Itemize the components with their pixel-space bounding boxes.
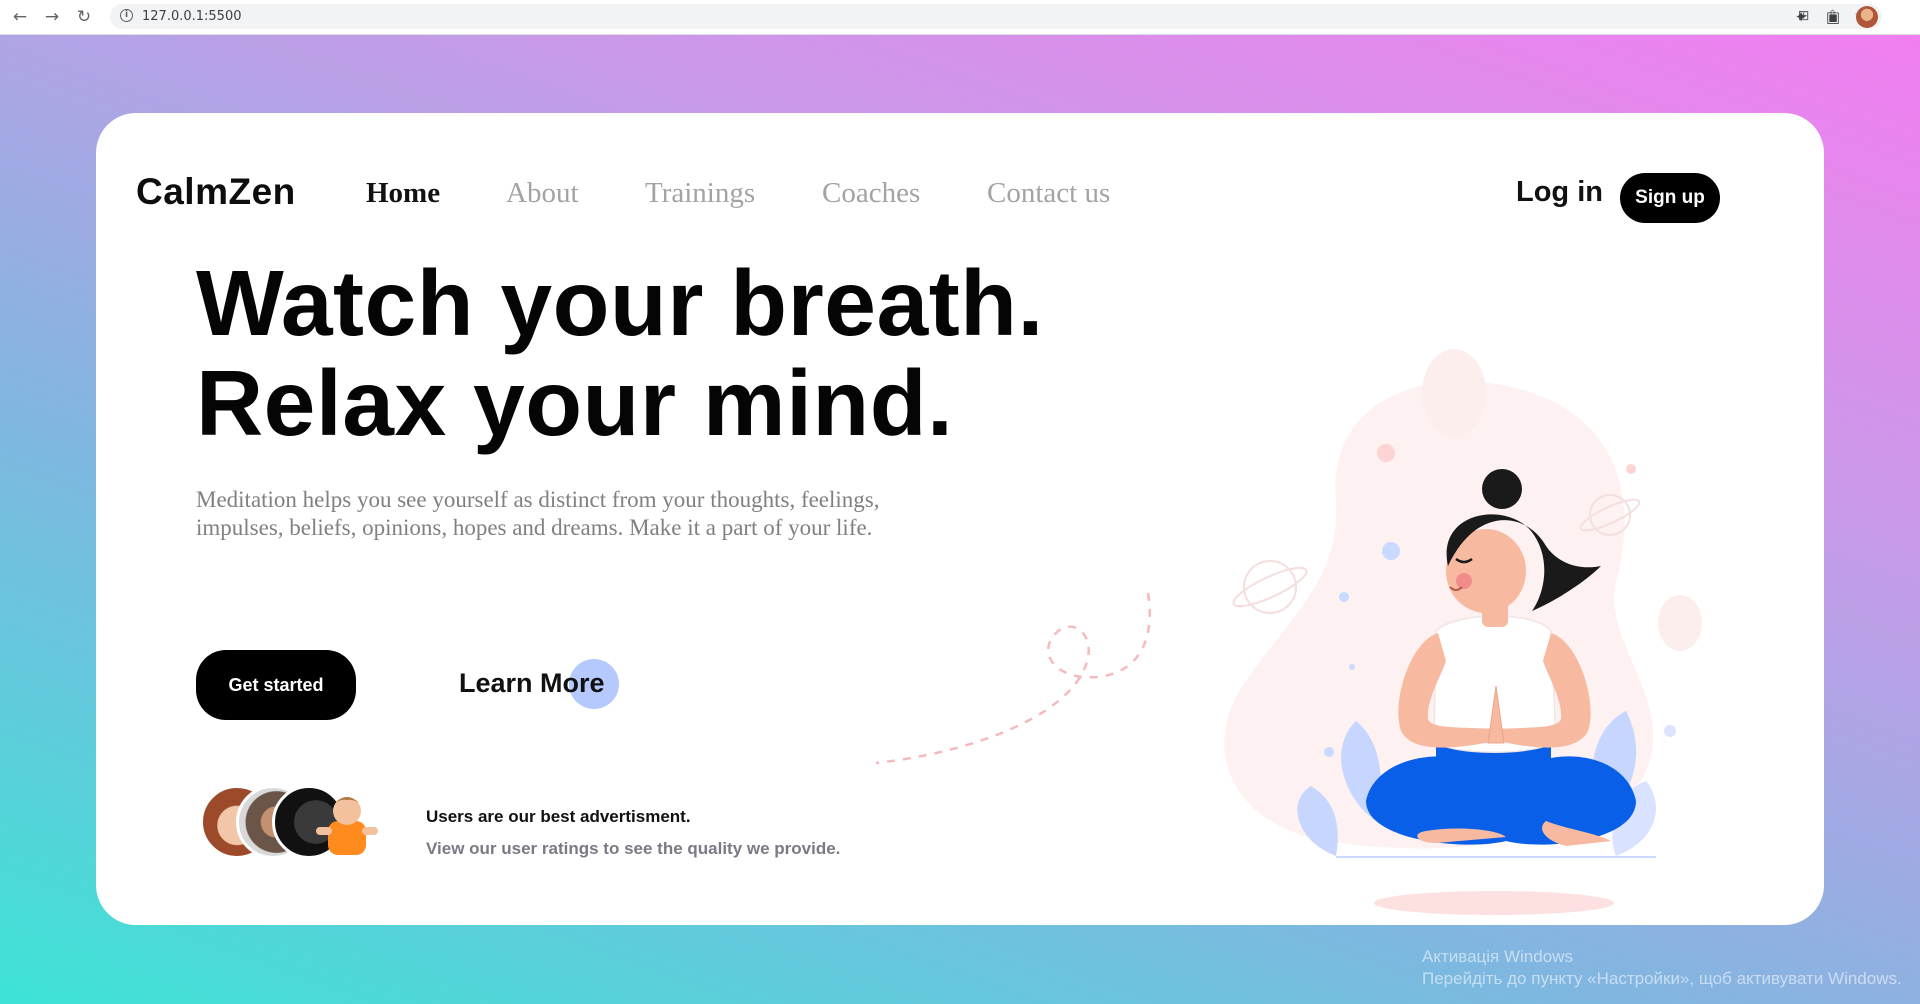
meditation-illustration (1224, 349, 1702, 915)
hero-title-line-1: Watch your breath. (196, 251, 1044, 355)
user-avatar-4 (310, 785, 384, 859)
nav-coaches[interactable]: Coaches (822, 177, 920, 210)
signup-button[interactable]: Sign up (1620, 173, 1720, 223)
nav-home[interactable]: Home (366, 177, 440, 210)
users-title: Users are our best advertisment. (426, 807, 691, 826)
learn-more-link[interactable]: Learn More (459, 668, 605, 699)
get-started-button[interactable]: Get started (196, 650, 356, 720)
address-bar[interactable]: i 127.0.0.1:5500 ⊞ ⇪ ☆ (110, 4, 1882, 29)
nav-contact[interactable]: Contact us (987, 177, 1110, 210)
watermark-line-1: Активація Windows (1422, 947, 1573, 966)
forward-icon[interactable]: → (42, 7, 62, 27)
profile-avatar[interactable] (1856, 6, 1878, 28)
info-icon[interactable]: i (120, 9, 133, 22)
hero-title: Watch your breath. Relax your mind. (196, 253, 1044, 453)
extensions-icon[interactable]: ✦ (1791, 7, 1811, 27)
hero-card: CalmZen Home About Trainings Coaches Con… (96, 113, 1824, 925)
site-logo[interactable]: CalmZen (136, 171, 296, 213)
nav-trainings[interactable]: Trainings (645, 177, 755, 210)
hero-title-line-2: Relax your mind. (196, 351, 954, 455)
url-text: 127.0.0.1:5500 (142, 9, 242, 24)
watermark-line-2: Перейдіть до пункту «Настройки», щоб акт… (1422, 969, 1902, 988)
users-subtitle: View our user ratings to see the quality… (426, 839, 841, 858)
hero-description: Meditation helps you see yourself as dis… (196, 487, 880, 540)
windows-activation-watermark: Активація Windows Перейдіть до пункту «Н… (1422, 946, 1902, 990)
sidepanel-icon[interactable]: ▣ (1823, 7, 1843, 27)
nav-about[interactable]: About (506, 177, 579, 210)
login-link[interactable]: Log in (1516, 176, 1603, 209)
back-icon[interactable]: ← (10, 7, 30, 27)
reload-icon[interactable]: ↻ (74, 7, 94, 27)
page-background: CalmZen Home About Trainings Coaches Con… (0, 35, 1920, 1004)
user-avatars[interactable] (200, 785, 390, 865)
dashed-path-decoration (875, 592, 1151, 765)
browser-toolbar: ← → ↻ i 127.0.0.1:5500 ⊞ ⇪ ☆ ✦ ▣ (0, 0, 1920, 35)
